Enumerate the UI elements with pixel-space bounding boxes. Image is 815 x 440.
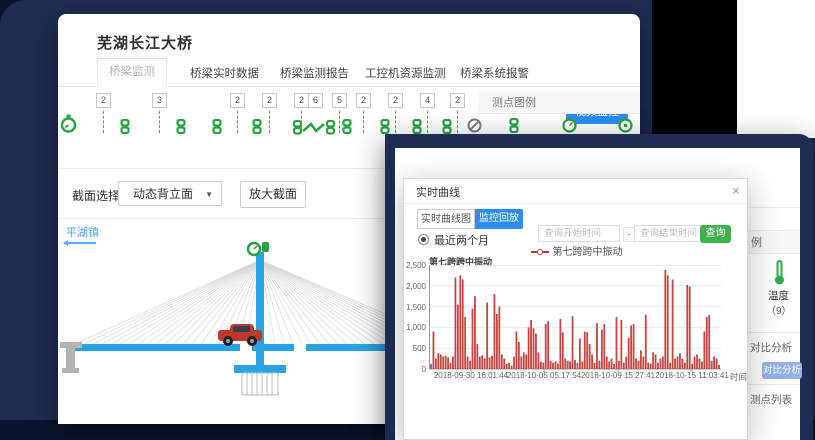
compare-analysis-button[interactable]: 对比分析 (762, 362, 802, 379)
vibration-chart (429, 265, 721, 369)
chain-sensor-icon[interactable] (341, 119, 353, 139)
y-axis-tick-label: 0 (404, 365, 426, 374)
dialog-tab-playback[interactable]: 监控回放 (475, 209, 523, 229)
sensor-count-badge: 2 (356, 93, 371, 108)
tower-footing-cap (234, 365, 286, 373)
sensor-count-badge: 6 (308, 93, 323, 108)
sensor-dashed-line (339, 111, 340, 133)
point-list-label: 测点列表 (750, 392, 792, 407)
compare-analysis-label: 对比分析 (750, 340, 792, 355)
temperature-label: 温度 (753, 288, 805, 303)
temperature-count: （9） (753, 302, 805, 317)
sensor-count-badge: 2 (450, 93, 465, 108)
query-start-time-input[interactable] (538, 225, 620, 242)
section-select-value: 动态背立面 (133, 187, 193, 201)
y-axis-tick-label: 1,500 (404, 303, 426, 312)
sensor-count-badge: 3 (152, 93, 167, 108)
sensor-dashed-line (363, 111, 364, 133)
sensor-count-badge: 5 (332, 93, 347, 108)
sensor-dashed-line (427, 111, 428, 133)
background-white-panel (737, 0, 815, 138)
divider (748, 384, 800, 385)
tab-2[interactable]: 桥梁实时数据 (190, 65, 259, 81)
legend-panel-title-fragment: 例 (748, 230, 800, 254)
legend-line-marker (531, 251, 549, 253)
sensor-count-badge: 2 (230, 93, 245, 108)
legend-series-label: 第七跨跨中振动 (553, 247, 623, 258)
tower-piles (242, 373, 278, 395)
sensor-count-badge: 2 (262, 93, 277, 108)
chain-sensor-icon[interactable] (211, 119, 223, 139)
chain-sensor-icon[interactable] (251, 119, 263, 139)
car (218, 324, 262, 346)
chain-sensor-icon[interactable] (119, 119, 131, 139)
enlarge-section-button[interactable]: 放大截面 (240, 181, 306, 208)
tab-bar: 桥梁监测 桥梁实时数据桥梁监测报告工控机资源监测桥梁系统报警 视频监控 (58, 58, 640, 87)
divider (748, 332, 800, 333)
x-axis-tick-label: 2018-10-15 11:03:41 (647, 371, 737, 380)
thermometer-icon[interactable] (773, 260, 786, 286)
sensor-dashed-line (237, 111, 238, 133)
y-axis-tick-label: 2,000 (404, 282, 426, 291)
realtime-curve-dialog: 实时曲线 × 实时曲线图监控回放 最近两个月 - 查询 第七跨跨中振动 第七跨跨… (403, 178, 748, 440)
y-axis-tick-label: 2,500 (404, 261, 426, 270)
legend-panel-title: 测点图例 (478, 92, 640, 114)
dialog-tab-realtime[interactable]: 实时曲线图 (417, 209, 475, 229)
sensor-dashed-line (159, 111, 160, 133)
dialog-header: 实时曲线 × (404, 179, 747, 204)
tower-top-sensor-icons[interactable] (248, 242, 269, 255)
tab-5[interactable]: 桥梁系统报警 (460, 65, 529, 81)
tab-bridge-monitoring[interactable]: 桥梁监测 (97, 58, 167, 87)
y-axis-tick-label: 1,000 (404, 323, 426, 332)
divider (748, 207, 800, 208)
sensor-count-badge: 2 (388, 93, 403, 108)
bridge-abutment (60, 342, 82, 373)
query-button[interactable]: 查询 (700, 225, 731, 243)
stopwatch-icon[interactable] (60, 114, 77, 139)
tab-4[interactable]: 工控机资源监测 (365, 65, 446, 81)
machine-sensor-icon[interactable] (293, 119, 337, 140)
sensor-dashed-line (457, 111, 458, 133)
bridge-tower (256, 252, 264, 365)
sensor-dashed-line (103, 111, 104, 133)
sensor-dashed-line (395, 111, 396, 133)
sensor-count-badge: 2 (96, 93, 111, 108)
sensor-count-badge: 2 (294, 93, 309, 108)
page-title: 芜湖长江大桥 (97, 32, 193, 53)
section-select-dropdown[interactable]: 动态背立面 ▼ (118, 181, 222, 206)
close-icon[interactable]: × (732, 183, 740, 198)
deck-joint (294, 344, 306, 351)
y-axis-tick-label: 500 (404, 344, 426, 353)
radio-dot (421, 237, 426, 242)
dialog-title: 实时曲线 (416, 184, 460, 200)
chain-sensor-icon[interactable] (175, 119, 187, 139)
background-black-panel (652, 0, 738, 141)
tab-3[interactable]: 桥梁监测报告 (280, 65, 349, 81)
chevron-down-icon: ▼ (205, 182, 213, 207)
sensor-count-badge: 4 (420, 93, 435, 108)
sensor-dashed-line (269, 111, 270, 133)
